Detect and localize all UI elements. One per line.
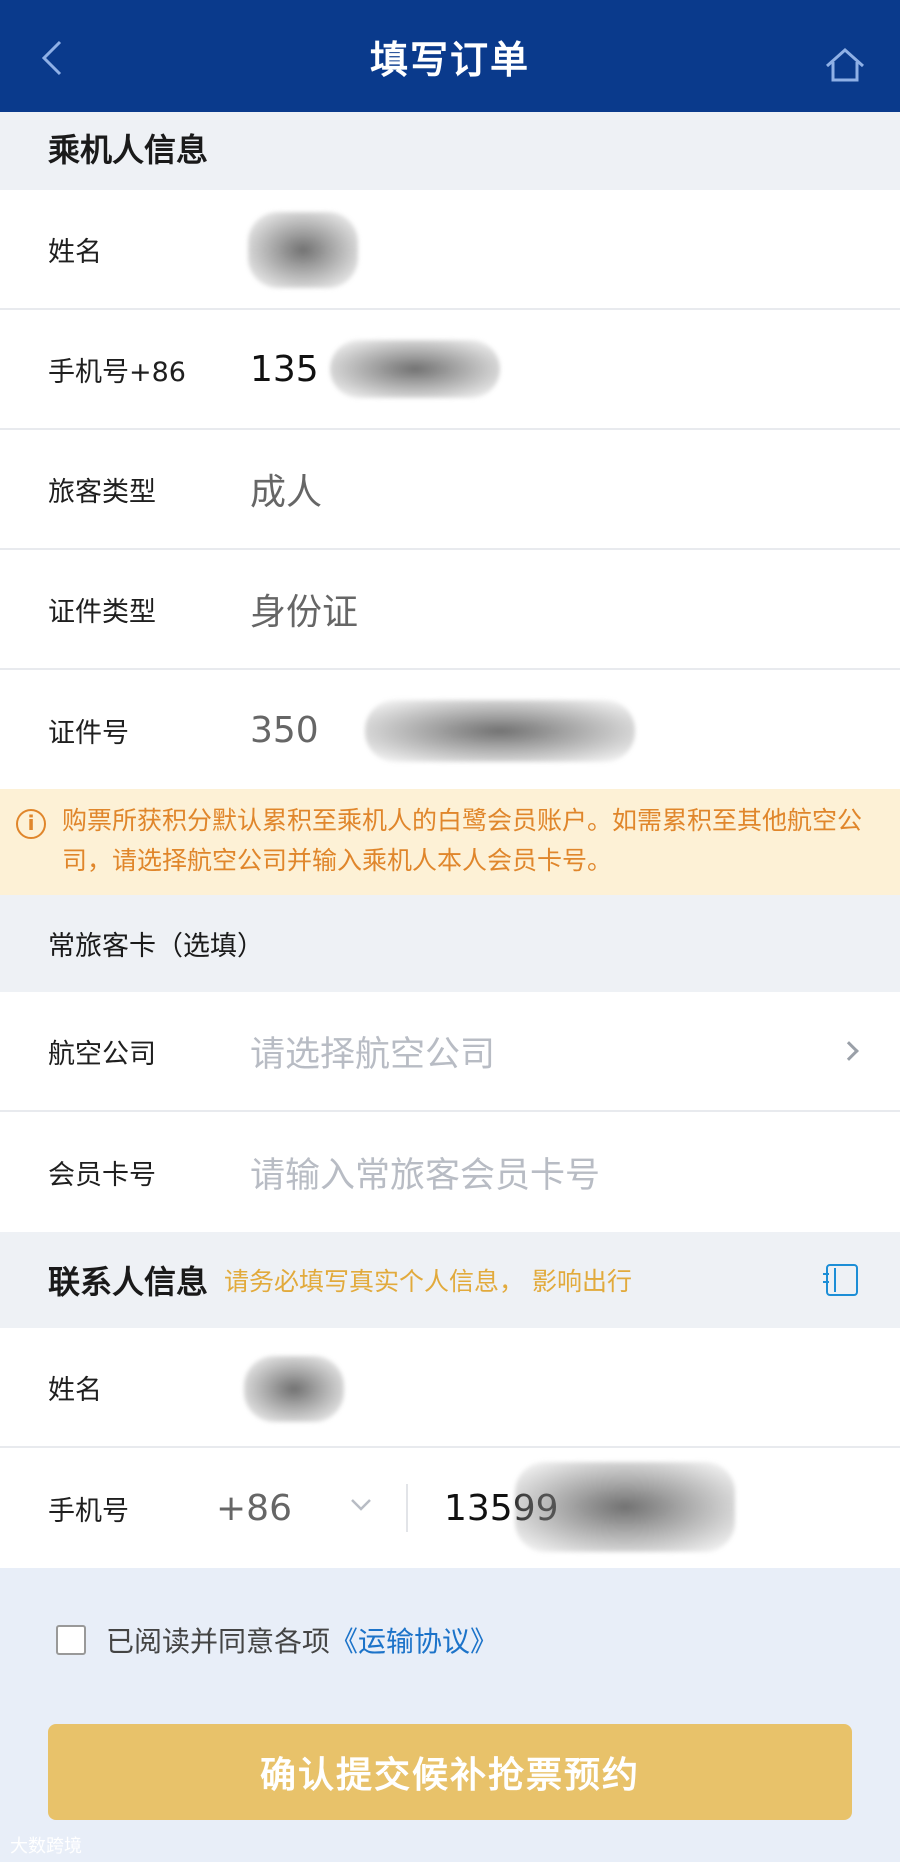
passenger-phone-value: 135 xyxy=(250,348,319,390)
passenger-phone-row[interactable]: 手机号+86 135 xyxy=(0,310,900,430)
back-arrow-icon[interactable] xyxy=(36,38,72,78)
airline-select[interactable]: 请选择航空公司 xyxy=(250,1026,495,1077)
contact-section-title: 联系人信息 xyxy=(48,1263,209,1301)
redacted-phone xyxy=(330,340,500,398)
chevron-right-icon xyxy=(839,1041,859,1061)
page-title: 填写订单 xyxy=(369,37,530,82)
watermark: 大数跨境 xyxy=(10,1836,82,1857)
agreement-checkbox[interactable] xyxy=(56,1625,86,1655)
contact-section-hint: 请务必填写真实个人信息， 影响出行 xyxy=(224,1267,632,1296)
home-icon[interactable] xyxy=(824,46,866,82)
top-nav-bar: 填写订单 xyxy=(0,0,900,112)
info-icon: i xyxy=(16,809,46,839)
passenger-type-row[interactable]: 旅客类型 成人 xyxy=(0,430,900,550)
passenger-name-row[interactable]: 姓名 xyxy=(0,190,900,310)
passenger-type-label: 旅客类型 xyxy=(48,476,156,508)
passenger-name-label: 姓名 xyxy=(48,236,102,268)
passenger-phone-label: 手机号+86 xyxy=(48,356,186,388)
points-notice: i 购票所获积分默认累积至乘机人的白鹭会员账户。如需累积至其他航空公司，请选择航… xyxy=(0,789,900,895)
airline-label: 航空公司 xyxy=(48,1038,156,1070)
ffp-section-title: 常旅客卡（选填） xyxy=(48,931,264,962)
id-type-value: 身份证 xyxy=(250,592,359,633)
contact-phone-label: 手机号 xyxy=(48,1495,129,1527)
transport-agreement-link[interactable]: 《运输协议》 xyxy=(330,1620,498,1660)
id-type-row[interactable]: 证件类型 身份证 xyxy=(0,550,900,670)
country-code-select[interactable]: +86 xyxy=(216,1488,292,1529)
redacted-contact-phone xyxy=(515,1462,735,1552)
chevron-down-icon xyxy=(351,1499,371,1511)
passenger-section-title: 乘机人信息 xyxy=(48,131,209,169)
ffp-section-header: 常旅客卡（选填） xyxy=(0,895,900,992)
submit-button[interactable]: 确认提交候补抢票预约 xyxy=(48,1724,852,1820)
redacted-id-number xyxy=(365,700,635,762)
passenger-type-value: 成人 xyxy=(250,472,323,513)
contact-section-header: 联系人信息 请务必填写真实个人信息， 影响出行 xyxy=(0,1232,900,1328)
phone-divider xyxy=(406,1484,408,1532)
agreement-row[interactable]: 已阅读并同意各项 《运输协议》 xyxy=(56,1620,498,1660)
id-number-row[interactable]: 证件号 350 xyxy=(0,670,900,790)
notice-text: 购票所获积分默认累积至乘机人的白鹭会员账户。如需累积至其他航空公司，请选择航空公… xyxy=(62,806,863,875)
id-number-value: 350 xyxy=(250,709,319,751)
passenger-section-header: 乘机人信息 xyxy=(0,112,900,190)
id-type-label: 证件类型 xyxy=(48,596,156,628)
member-card-row[interactable]: 会员卡号 请输入常旅客会员卡号 xyxy=(0,1112,900,1232)
airline-select-row[interactable]: 航空公司 请选择航空公司 xyxy=(0,992,900,1112)
member-card-label: 会员卡号 xyxy=(48,1159,156,1191)
id-number-label: 证件号 xyxy=(48,717,129,749)
contact-name-label: 姓名 xyxy=(48,1374,102,1406)
redacted-contact-name xyxy=(244,1356,344,1422)
contact-name-row[interactable]: 姓名 xyxy=(0,1328,900,1448)
redacted-name xyxy=(248,212,358,288)
contact-phone-row[interactable]: 手机号 +86 13599 xyxy=(0,1448,900,1568)
agreement-text: 已阅读并同意各项 xyxy=(106,1625,331,1658)
contact-book-icon[interactable] xyxy=(823,1264,858,1296)
member-card-input[interactable]: 请输入常旅客会员卡号 xyxy=(250,1147,600,1198)
